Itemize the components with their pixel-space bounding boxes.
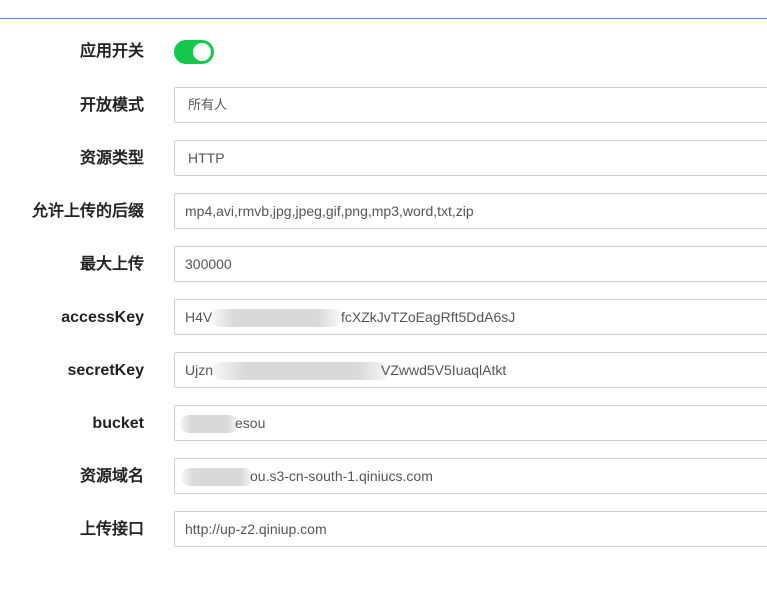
redaction-blur: [211, 309, 341, 327]
toggle-knob: [193, 43, 211, 61]
form-row-resource-domain: 资源域名 ou.s3-cn-south-1.qiniucs.com: [0, 458, 767, 496]
secret-key-input[interactable]: Ujzn VZwwd5V5IuaqlAtkt: [174, 352, 767, 388]
upload-endpoint-input[interactable]: http://up-z2.qiniup.com: [174, 511, 767, 547]
max-upload-value: 300000: [185, 256, 232, 272]
app-switch-toggle[interactable]: [174, 40, 214, 64]
form-row-access-key: accessKey H4V fcXZkJvTZoEagRft5DdA6sJ: [0, 299, 767, 337]
settings-form-page: 应用开关 开放模式 所有人 资源类型 HTTP 允许上传的后缀 mp4,avi,…: [0, 0, 767, 612]
form-row-open-mode: 开放模式 所有人: [0, 87, 767, 125]
redaction-blur: [180, 415, 238, 433]
max-upload-label: 最大上传: [79, 256, 144, 273]
secret-key-value-suffix: VZwwd5V5IuaqlAtkt: [381, 362, 507, 378]
access-key-label: accessKey: [61, 309, 144, 326]
redaction-blur: [213, 362, 389, 380]
allowed-suffixes-label: 允许上传的后缀: [31, 203, 144, 220]
resource-domain-value-suffix: ou.s3-cn-south-1.qiniucs.com: [250, 468, 433, 484]
max-upload-input[interactable]: 300000: [174, 246, 767, 282]
upload-endpoint-label: 上传接口: [79, 521, 144, 538]
form-row-bucket: bucket esou: [0, 405, 767, 443]
resource-domain-input[interactable]: ou.s3-cn-south-1.qiniucs.com: [174, 458, 767, 494]
resource-domain-label: 资源域名: [79, 468, 144, 485]
access-key-value-prefix: H4V: [185, 309, 213, 325]
allowed-suffixes-value: mp4,avi,rmvb,jpg,jpeg,gif,png,mp3,word,t…: [185, 203, 474, 219]
form-row-allowed-suffixes: 允许上传的后缀 mp4,avi,rmvb,jpg,jpeg,gif,png,mp…: [0, 193, 767, 231]
open-mode-label: 开放模式: [79, 97, 144, 114]
app-switch-label: 应用开关: [79, 43, 144, 60]
section-header-strip: [0, 0, 767, 19]
bucket-label: bucket: [92, 415, 144, 432]
resource-type-label: 资源类型: [79, 150, 144, 167]
access-key-value-suffix: fcXZkJvTZoEagRft5DdA6sJ: [341, 309, 516, 325]
form-row-resource-type: 资源类型 HTTP: [0, 140, 767, 178]
bucket-input[interactable]: esou: [174, 405, 767, 441]
form-row-upload-endpoint: 上传接口 http://up-z2.qiniup.com: [0, 511, 767, 549]
resource-type-value: HTTP: [188, 150, 225, 166]
secret-key-label: secretKey: [67, 362, 145, 379]
upload-endpoint-value: http://up-z2.qiniup.com: [185, 521, 327, 537]
allowed-suffixes-input[interactable]: mp4,avi,rmvb,jpg,jpeg,gif,png,mp3,word,t…: [174, 193, 767, 229]
open-mode-select[interactable]: 所有人: [174, 87, 767, 123]
redaction-blur: [181, 468, 253, 486]
access-key-input[interactable]: H4V fcXZkJvTZoEagRft5DdA6sJ: [174, 299, 767, 335]
secret-key-value-prefix: Ujzn: [185, 362, 214, 378]
resource-type-select[interactable]: HTTP: [174, 140, 767, 176]
bucket-value-suffix: esou: [235, 415, 266, 431]
form-row-secret-key: secretKey Ujzn VZwwd5V5IuaqlAtkt: [0, 352, 767, 390]
open-mode-value: 所有人: [188, 97, 228, 112]
form-row-max-upload: 最大上传 300000: [0, 246, 767, 284]
